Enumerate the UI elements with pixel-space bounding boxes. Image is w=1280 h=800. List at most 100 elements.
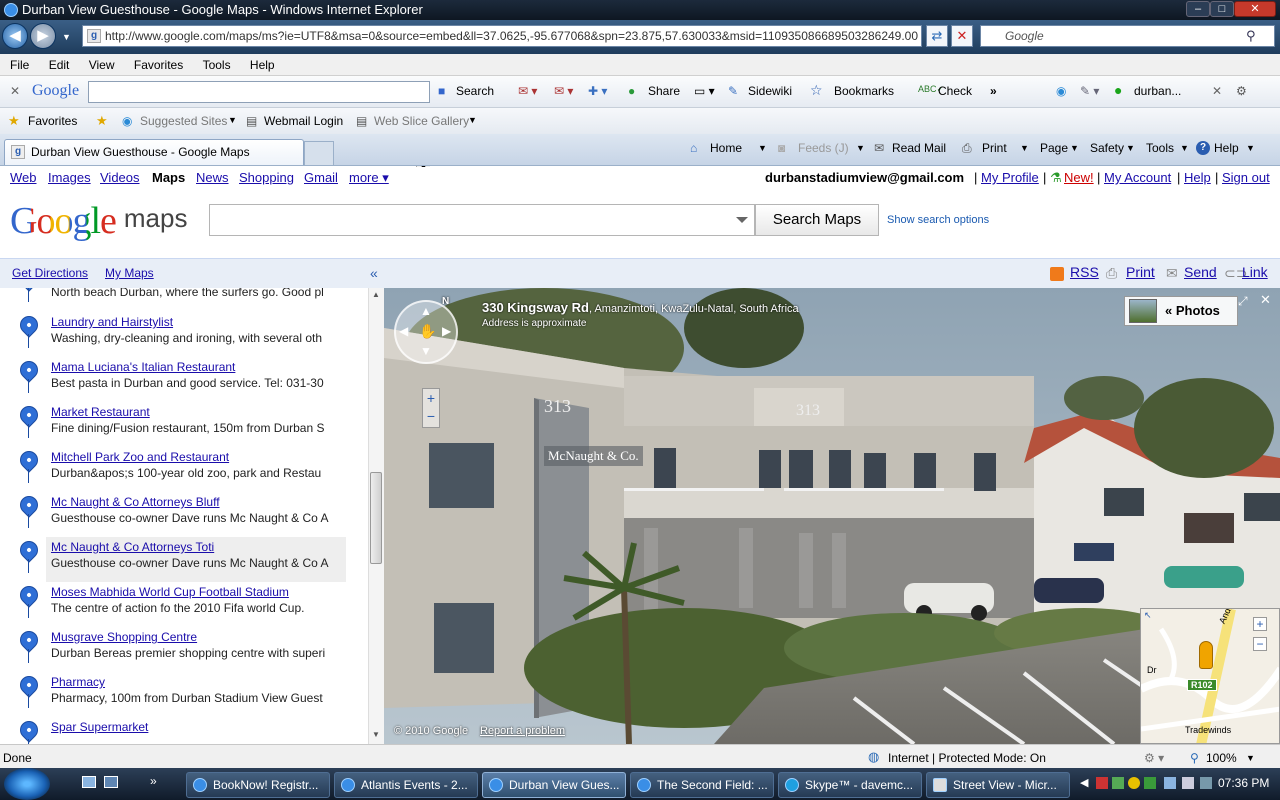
search-maps-button[interactable]: Search Maps: [755, 204, 879, 236]
scroll-down-icon[interactable]: ▼: [372, 730, 380, 739]
map-print-link[interactable]: Print: [1126, 264, 1155, 280]
home-button[interactable]: Home: [710, 141, 742, 155]
my-account-link[interactable]: My Account: [1104, 170, 1171, 185]
close-street-view-icon[interactable]: ✕: [1260, 292, 1271, 308]
toolbar-settings-icon[interactable]: ⚙: [1236, 84, 1247, 98]
toolbar-check-button[interactable]: Check: [938, 84, 972, 98]
suggested-dropdown-icon[interactable]: ▼: [228, 115, 237, 125]
fullscreen-icon[interactable]: ⤢: [1238, 294, 1248, 309]
security-zone-text[interactable]: Internet | Protected Mode: On: [888, 751, 1046, 765]
webslice-dropdown-icon[interactable]: ▼: [468, 115, 477, 125]
street-view-minimap[interactable]: R102 Andrew Zo Dr Tradewinds + − ↖: [1140, 608, 1280, 744]
sign-out-link[interactable]: Sign out: [1222, 170, 1270, 185]
network-icon[interactable]: [1164, 777, 1176, 789]
taskbar-item[interactable]: BookNow! Registr...: [186, 772, 330, 798]
list-item[interactable]: Market Restaurant Fine dining/Fusion res…: [0, 402, 346, 447]
place-name[interactable]: Market Restaurant: [51, 405, 150, 419]
list-item[interactable]: Spar Supermarket: [0, 717, 346, 744]
menu-help[interactable]: Help: [242, 54, 283, 76]
volume-icon[interactable]: [1182, 777, 1194, 789]
google-toolbar-search-input[interactable]: [88, 81, 430, 103]
toolbar-plus-icon[interactable]: ✚ ▾: [588, 84, 607, 98]
list-item[interactable]: Musgrave Shopping Centre Durban Bereas p…: [0, 627, 346, 672]
print-button[interactable]: Print: [982, 141, 1007, 155]
show-desktop-icon[interactable]: [82, 776, 96, 788]
new-features-link[interactable]: New!: [1064, 170, 1094, 185]
feeds-dropdown-icon[interactable]: ▼: [856, 143, 865, 153]
page-menu-button[interactable]: Page: [1040, 141, 1068, 155]
place-name[interactable]: Mc Naught & Co Attorneys Bluff: [51, 495, 220, 509]
suggested-sites-link[interactable]: Suggested Sites: [140, 114, 227, 128]
help-dropdown-icon[interactable]: ▼: [1246, 143, 1255, 153]
navigation-compass[interactable]: ▲ ◀ ▶ ▼ ✋: [394, 300, 458, 364]
gbar-shopping-link[interactable]: Shopping: [239, 170, 294, 185]
add-favorite-icon[interactable]: ★: [96, 113, 108, 129]
place-name[interactable]: Pharmacy: [51, 675, 105, 689]
live-search-box[interactable]: Google: [980, 25, 1275, 47]
pan-right-icon[interactable]: ▶: [442, 324, 451, 338]
list-item-pin[interactable]: [0, 537, 46, 582]
collapse-panel-icon[interactable]: «: [370, 265, 378, 281]
place-name[interactable]: Mama Luciana's Italian Restaurant: [51, 360, 235, 374]
help-link[interactable]: Help: [1184, 170, 1211, 185]
close-window-button[interactable]: ✕: [1234, 1, 1276, 17]
menu-favorites[interactable]: Favorites: [126, 54, 191, 76]
minimap-zoom-in-icon[interactable]: +: [1253, 617, 1267, 631]
minimap-resize-icon[interactable]: ↖: [1144, 610, 1152, 621]
feeds-button[interactable]: Feeds (J): [798, 141, 849, 155]
quicklaunch-more-icon[interactable]: »: [150, 774, 157, 788]
list-item[interactable]: Mc Naught & Co Attorneys Bluff Guesthous…: [0, 492, 346, 537]
minimap-zoom-out-icon[interactable]: −: [1253, 637, 1267, 651]
list-item[interactable]: Mitchell Park Zoo and Restaurant Durban&…: [0, 447, 346, 492]
rss-link[interactable]: RSS: [1070, 264, 1099, 280]
get-directions-link[interactable]: Get Directions: [12, 266, 88, 280]
gbar-news-link[interactable]: News: [196, 170, 229, 185]
start-button[interactable]: [4, 768, 50, 800]
print-dropdown-icon[interactable]: ▼: [1020, 143, 1029, 153]
back-button[interactable]: ◀: [2, 23, 28, 49]
place-name[interactable]: Spar Supermarket: [51, 720, 148, 734]
taskbar-item[interactable]: The Second Field: ...: [630, 772, 774, 798]
place-name[interactable]: Mc Naught & Co Attorneys Toti: [51, 540, 214, 554]
zoom-in-icon[interactable]: +: [423, 389, 439, 407]
show-search-options-link[interactable]: Show search options: [887, 214, 989, 226]
stop-button[interactable]: ✕: [951, 25, 973, 47]
minimize-button[interactable]: –: [1186, 1, 1210, 17]
tray-app-icon[interactable]: [1096, 777, 1108, 789]
gbar-videos-link[interactable]: Videos: [100, 170, 140, 185]
street-view-panorama[interactable]: 313 313 McNaught & Co. ▲ ◀ ▶ ▼ ✋ N 330 K…: [384, 288, 1280, 744]
toolbar-sidewiki-button[interactable]: Sidewiki: [748, 84, 792, 98]
link-link[interactable]: Link: [1242, 264, 1268, 280]
favorites-button[interactable]: Favorites: [28, 114, 77, 128]
tools-dropdown-icon[interactable]: ▼: [1180, 143, 1189, 153]
gbar-images-link[interactable]: Images: [48, 170, 91, 185]
taskbar-item[interactable]: Street View - Micr...: [926, 772, 1070, 798]
tray-app-icon[interactable]: [1200, 777, 1212, 789]
menu-file[interactable]: File: [2, 54, 37, 76]
toolbar-bookmarks-button[interactable]: Bookmarks: [834, 84, 894, 98]
webmail-login-link[interactable]: Webmail Login: [264, 114, 343, 128]
history-dropdown-icon[interactable]: ▼: [62, 32, 71, 42]
list-item[interactable]: Pharmacy Pharmacy, 100m from Durban Stad…: [0, 672, 346, 717]
search-icon[interactable]: ⚲: [1246, 28, 1256, 44]
refresh-button[interactable]: ⇄: [926, 25, 948, 47]
tray-app-icon[interactable]: [1112, 777, 1124, 789]
toolbar-close-right-icon[interactable]: ✕: [1212, 84, 1222, 98]
zoom-out-icon[interactable]: −: [423, 407, 439, 425]
photos-button[interactable]: « Photos: [1124, 296, 1238, 326]
pan-down-icon[interactable]: ▼: [420, 344, 432, 358]
page-dropdown-icon[interactable]: ▼: [1070, 143, 1079, 153]
toolbar-news-icon[interactable]: ✉ ▾: [518, 84, 537, 98]
maps-search-input[interactable]: [209, 204, 755, 236]
quicklaunch-icon[interactable]: [104, 776, 118, 788]
list-item[interactable]: Laundry and Hairstylist Washing, dry-cle…: [0, 312, 346, 357]
clock[interactable]: 07:36 PM: [1218, 776, 1269, 790]
toolbar-mail-icon[interactable]: ✉ ▾: [554, 84, 573, 98]
gbar-gmail-link[interactable]: Gmail: [304, 170, 338, 185]
scrollbar-thumb[interactable]: [370, 472, 382, 564]
protected-mode-icon[interactable]: ⚙ ▾: [1144, 751, 1164, 765]
send-link[interactable]: Send: [1184, 264, 1217, 280]
list-item-selected[interactable]: Mc Naught & Co Attorneys Toti Guesthouse…: [46, 537, 346, 582]
zoom-dropdown-icon[interactable]: ▼: [1246, 753, 1255, 763]
safety-menu-button[interactable]: Safety: [1090, 141, 1124, 155]
